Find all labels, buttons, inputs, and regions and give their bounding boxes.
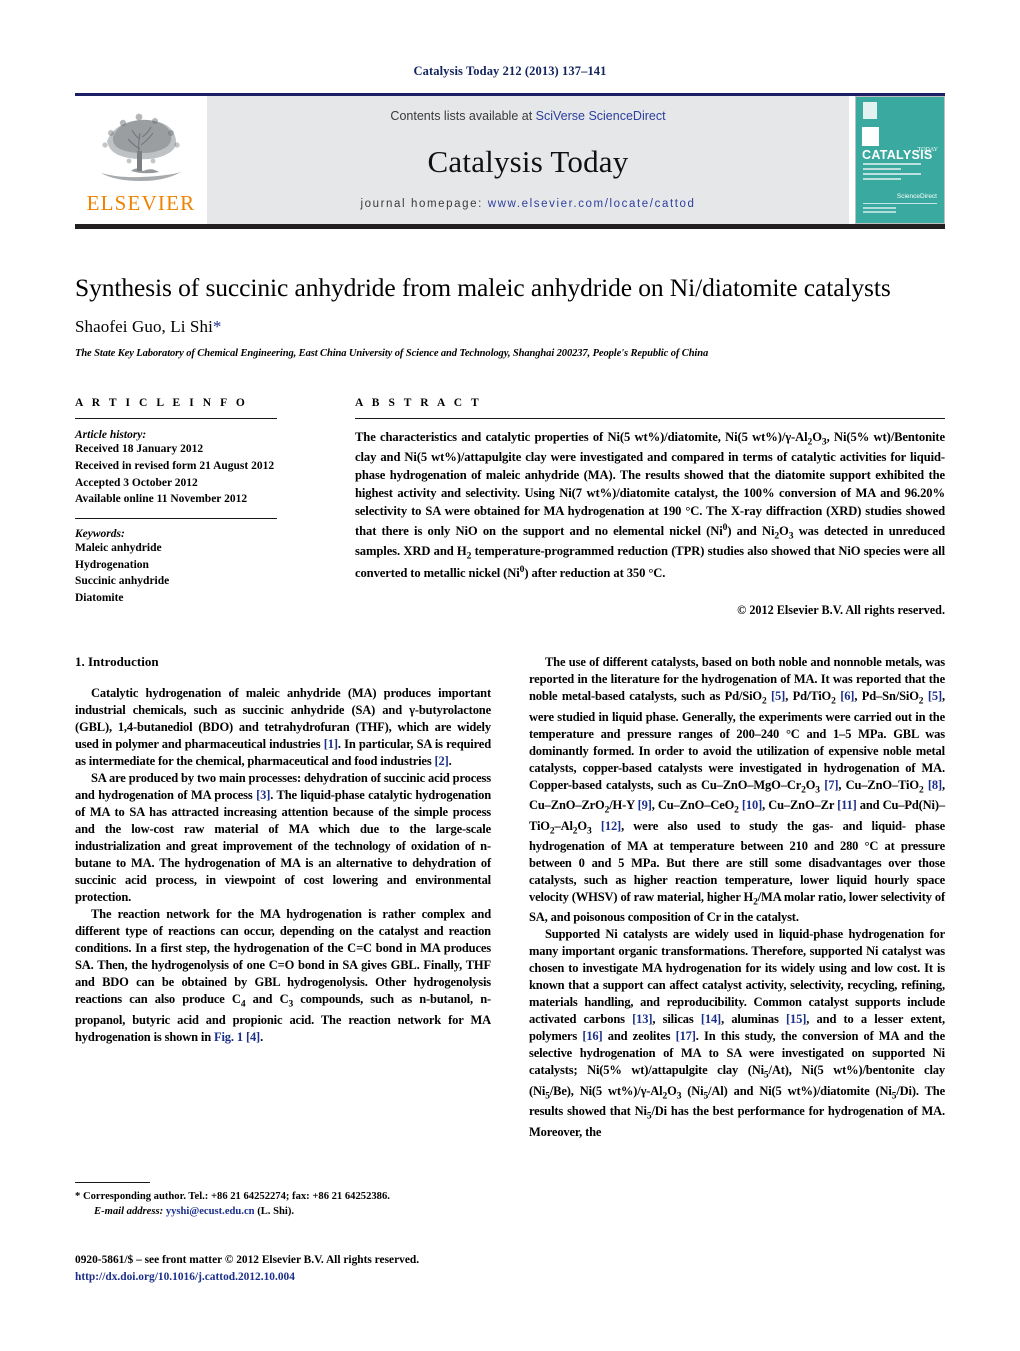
keywords-label: Keywords: — [75, 528, 125, 540]
contents-available-line: Contents lists available at SciVerse Sci… — [390, 109, 665, 123]
sciencedirect-link[interactable]: SciVerse ScienceDirect — [536, 109, 666, 123]
elsevier-tree-icon — [101, 113, 181, 181]
citation-link[interactable]: [9] — [638, 798, 652, 812]
cover-square-icon — [862, 127, 879, 146]
footnote-rule — [75, 1182, 150, 1183]
article-info-heading: A R T I C L E I N F O — [75, 397, 248, 410]
citation-link[interactable]: [12] — [601, 819, 621, 833]
keywords-rule — [75, 518, 277, 519]
body-column-right: The use of different catalysts, based on… — [529, 654, 945, 1140]
citation-link[interactable]: [3] — [256, 788, 270, 802]
running-head: Catalysis Today 212 (2013) 137–141 — [413, 64, 607, 78]
citation-link[interactable]: [7] — [824, 778, 838, 792]
citation-link[interactable]: [5] — [928, 689, 942, 703]
journal-homepage-line: journal homepage: www.elsevier.com/locat… — [360, 198, 695, 210]
paper-page: Catalysis Today 212 (2013) 137–141 ELSEV… — [0, 0, 1020, 1351]
title-block: Synthesis of succinic anhydride from mal… — [75, 273, 945, 359]
citation-link[interactable]: [10] — [742, 798, 762, 812]
affiliation: The State Key Laboratory of Chemical Eng… — [75, 348, 709, 360]
elsevier-logo: ELSEVIER — [75, 96, 207, 224]
keyword-item: Diatomite — [75, 592, 124, 605]
citation-link[interactable]: [5] — [771, 689, 785, 703]
keyword-item: Succinic anhydride — [75, 575, 170, 588]
author-list: Shaofei Guo, Li Shi* — [75, 317, 945, 337]
citation-link[interactable]: [16] — [582, 1029, 602, 1043]
journal-band: Contents lists available at SciVerse Sci… — [207, 96, 849, 224]
keyword-item: Maleic anhydride — [75, 542, 162, 554]
homepage-prefix: journal homepage: — [360, 198, 488, 210]
article-history-item: Received 18 January 2012 — [75, 443, 204, 456]
body-columns: 1. Introduction Catalytic hydrogenation … — [75, 654, 945, 1140]
journal-title: Catalysis Today — [427, 144, 629, 179]
abstract-heading: A B S T R A C T — [355, 397, 482, 410]
article-history-item: Available online 11 November 2012 — [75, 493, 248, 506]
elsevier-wordmark: ELSEVIER — [86, 191, 196, 215]
figure-link[interactable]: Fig. 1 — [214, 1030, 243, 1044]
page-title: Synthesis of succinic anhydride from mal… — [75, 273, 891, 302]
email-label: E-mail address: — [94, 1206, 164, 1218]
corresponding-author-marker: * — [212, 317, 222, 337]
doi-link[interactable]: http://dx.doi.org/10.1016/j.cattod.2012.… — [75, 1269, 635, 1286]
journal-homepage-link[interactable]: www.elsevier.com/locate/cattod — [488, 198, 696, 210]
citation-link[interactable]: [11] — [837, 798, 857, 812]
citation-link[interactable]: [17] — [676, 1029, 696, 1043]
contents-prefix: Contents lists available at — [390, 109, 536, 123]
cover-text-lines — [863, 163, 937, 183]
citation-link[interactable]: [6] — [840, 689, 854, 703]
citation-link[interactable]: [1] — [324, 737, 338, 751]
journal-masthead: ELSEVIER Contents lists available at Sci… — [75, 93, 945, 229]
cover-footer-rule — [863, 203, 937, 215]
corresponding-author-footnote: * Corresponding author. Tel.: +86 21 642… — [75, 1182, 495, 1219]
article-history-item: Received in revised form 21 August 2012 — [75, 459, 275, 472]
cover-sciencedirect-label: ScienceDirect — [896, 193, 937, 201]
paragraph: The reaction network for the MA hydrogen… — [75, 907, 492, 1044]
section-heading-introduction: 1. Introduction — [75, 654, 159, 670]
abstract-rule — [355, 418, 945, 420]
abstract-column: A B S T R A C T The characteristics and … — [307, 397, 945, 618]
cover-elsevier-icon — [863, 102, 877, 119]
citation-link[interactable]: [13] — [632, 1012, 652, 1026]
corresponding-author-line: * Corresponding author. Tel.: +86 21 642… — [75, 1191, 390, 1202]
citation-link[interactable]: [14] — [701, 1012, 721, 1026]
paragraph: The use of different catalysts, based on… — [529, 655, 945, 925]
issn-copyright-line: 0920-5861/$ – see front matter © 2012 El… — [75, 1254, 420, 1266]
email-suffix: (L. Shi). — [257, 1206, 294, 1218]
masthead-bottom-rule — [75, 224, 945, 229]
article-history-item: Accepted 3 October 2012 — [75, 476, 198, 489]
paragraph: SA are produced by two main processes: d… — [75, 771, 491, 905]
body-column-left: 1. Introduction Catalytic hydrogenation … — [75, 654, 491, 1140]
citation-link[interactable]: [2] — [435, 754, 449, 768]
citation-link[interactable]: [4] — [246, 1030, 260, 1044]
cover-subtitle: TODAY — [917, 147, 938, 153]
article-info-rule — [75, 418, 277, 420]
abstract-copyright: © 2012 Elsevier B.V. All rights reserved… — [737, 603, 945, 618]
citation-link[interactable]: [15] — [786, 1012, 806, 1026]
paragraph: Catalytic hydrogenation of maleic anhydr… — [75, 686, 492, 769]
authors-names: Shaofei Guo, Li Shi — [75, 317, 213, 337]
email-line: E-mail address: yyshi@ecust.edu.cn (L. S… — [75, 1204, 495, 1219]
abstract-body: The characteristics and catalytic proper… — [355, 430, 945, 581]
info-abstract-row: A R T I C L E I N F O Article history: R… — [75, 397, 945, 618]
article-info-column: A R T I C L E I N F O Article history: R… — [75, 397, 307, 618]
journal-cover-thumbnail[interactable]: CATALYSIS TODAY ScienceDirect — [855, 96, 945, 224]
article-history-label: Article history: — [75, 429, 147, 442]
cover-masthead: CATALYSIS — [862, 127, 939, 164]
email-link[interactable]: yyshi@ecust.edu.cn — [166, 1206, 255, 1217]
paragraph: Supported Ni catalysts are widely used i… — [529, 927, 946, 1139]
keyword-item: Hydrogenation — [75, 558, 149, 571]
page-footer: 0920-5861/$ – see front matter © 2012 El… — [75, 1252, 635, 1286]
citation-link[interactable]: [8] — [928, 778, 942, 792]
